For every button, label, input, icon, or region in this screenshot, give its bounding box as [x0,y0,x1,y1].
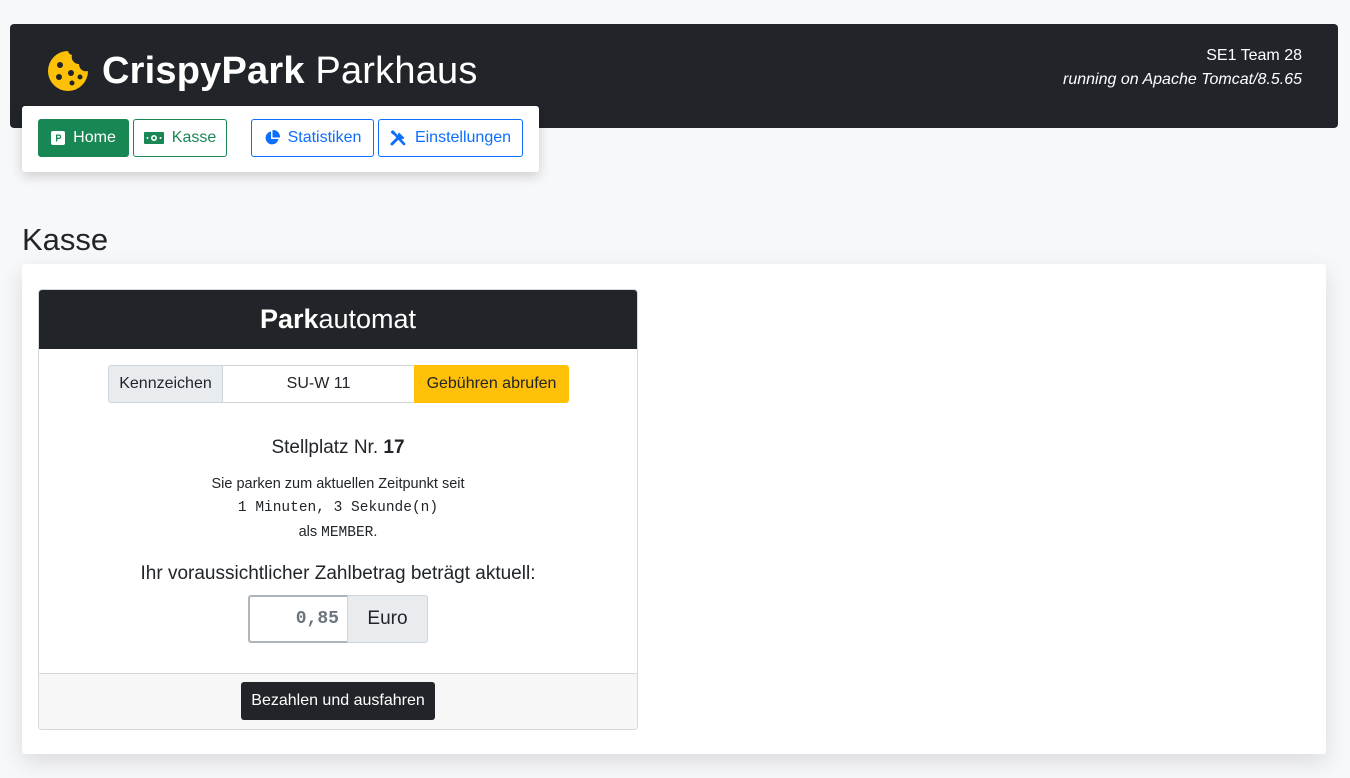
cookie-icon [48,51,88,91]
plate-label: Kennzeichen [108,365,223,403]
pay-and-exit-button[interactable]: Bezahlen und ausfahren [241,682,435,720]
settings-button-label: Einstellungen [414,129,512,146]
brand-title-bold: CrispyPark [102,50,305,92]
main-card: Parkautomat Kennzeichen Gebühren abrufen… [22,264,1326,754]
kasse-button-label: Kasse [171,129,217,146]
home-button-label: Home [73,129,116,146]
fetch-fees-button[interactable]: Gebühren abrufen [414,365,569,403]
parking-machine-title: Park automat [39,290,637,349]
page-title: Kasse [22,222,109,257]
kasse-button[interactable]: Kasse [133,119,227,157]
brand-title: CrispyPark Parkhaus [102,48,478,94]
brand[interactable]: CrispyPark Parkhaus [46,46,478,96]
parking-icon [51,131,66,145]
as-suffix: . [373,524,378,540]
parking-machine-footer: Bezahlen und ausfahren [39,673,637,729]
statistics-button-label: Statistiken [287,129,362,146]
server-version: running on Apache Tomcat/8.5.65 [1063,71,1302,88]
nav-bar: Home Kasse Statistiken Einstellungen [22,106,539,172]
duration-value: 1 Minuten, 3 Sekunde(n) [237,500,439,516]
amount-group: Euro [248,595,428,643]
amount-unit: Euro [348,595,428,643]
money-icon [143,132,164,144]
as-prefix: als [298,524,322,540]
parking-duration-info: Sie parken zum aktuellen Zeitpunkt seit … [39,472,637,545]
settings-button[interactable]: Einstellungen [378,119,523,157]
server-info: SE1 Team 28 running on Apache Tomcat/8.5… [1063,44,1302,92]
spot-prefix: Stellplatz Nr. [271,437,384,458]
plate-input[interactable] [223,365,414,403]
since-text: Sie parken zum aktuellen Zeitpunkt seit [211,476,465,492]
parking-spot: Stellplatz Nr. 17 [39,436,637,460]
brand-title-rest: Parkhaus [304,50,478,92]
pie-chart-icon [265,130,280,145]
amount-field[interactable] [248,595,348,643]
plate-input-group: Kennzeichen Gebühren abrufen [108,365,569,403]
title-bold: Park [259,304,319,334]
member-line: als MEMBER. [39,520,637,545]
member-type: MEMBER [321,525,374,541]
tools-icon [390,129,406,145]
spot-number: 17 [383,437,405,458]
home-button[interactable]: Home [38,119,129,157]
team-label: SE1 Team 28 [1206,47,1302,64]
amount-label: Ihr voraussichtlicher Zahlbetrag beträgt… [140,563,536,584]
statistics-button[interactable]: Statistiken [251,119,374,157]
title-rest: automat [318,304,417,334]
parking-machine-card: Parkautomat Kennzeichen Gebühren abrufen… [38,289,638,730]
